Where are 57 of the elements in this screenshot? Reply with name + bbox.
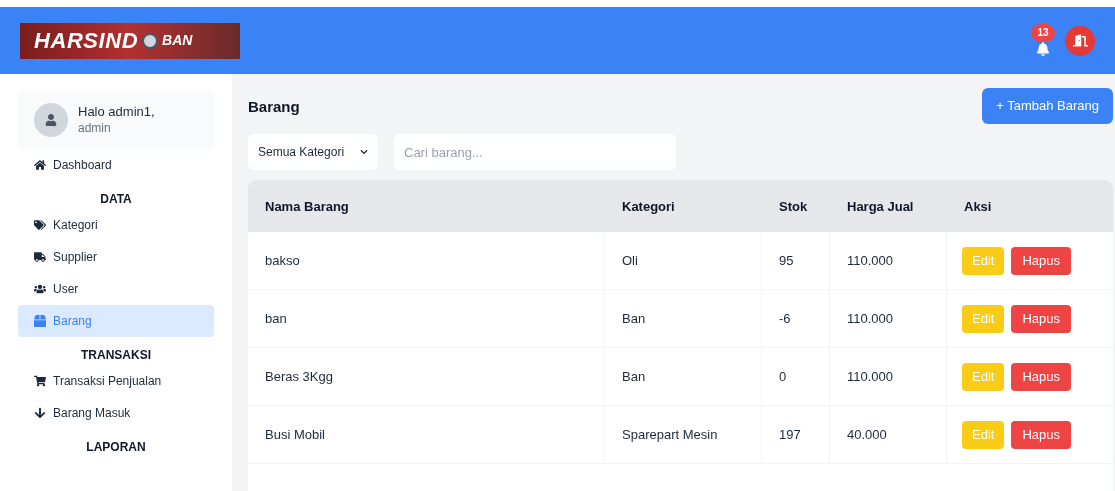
logout-button[interactable] (1065, 25, 1095, 56)
logo-text: HARSIND (34, 27, 139, 55)
delete-button[interactable]: Hapus (1011, 304, 1071, 333)
sidebar-item[interactable]: User (18, 273, 214, 305)
add-item-button[interactable]: + Tambah Barang (982, 88, 1113, 124)
truck-icon (34, 251, 46, 263)
user-role: admin (78, 120, 112, 136)
sidebar-item[interactable]: Dashboard (18, 149, 214, 181)
delete-button[interactable]: Hapus (1011, 246, 1071, 275)
section-heading: DATA (99, 191, 133, 208)
table-cell-text: Beras 3Kgg (265, 367, 333, 386)
table-cell-text: 110.000 (847, 367, 894, 386)
category-select[interactable]: Semua Kategori (248, 134, 378, 170)
logo-text: BAN (162, 31, 193, 50)
arrow-down-icon (34, 407, 46, 419)
sidebar-item[interactable]: Barang Masuk (18, 397, 214, 429)
section-heading: TRANSAKSI (80, 347, 152, 364)
sidebar-item[interactable]: Barang (18, 305, 214, 337)
column-header: Harga Jual (847, 199, 914, 214)
sidebar-item[interactable]: Supplier (18, 241, 214, 273)
tags-icon (34, 219, 46, 231)
table-cell-text: Ban (622, 367, 646, 386)
column-header: Stok (779, 199, 808, 214)
delete-button[interactable]: Hapus (1011, 420, 1071, 449)
search-field[interactable]: Cari barang... (394, 134, 676, 170)
door-icon (1072, 33, 1088, 48)
table-cell-text: 95 (779, 251, 794, 270)
table-cell-text: bakso (265, 251, 300, 270)
table-cell-text: Ban (622, 309, 646, 328)
table-cell-text: Oli (622, 251, 638, 270)
table-cell-text: Busi Mobil (265, 425, 325, 444)
sidebar-item[interactable]: Kategori (18, 209, 214, 241)
avatar-icon (34, 103, 68, 137)
column-header: Kategori (622, 199, 675, 214)
table-cell-text: ban (265, 309, 287, 328)
user-greeting: Halo admin1, (78, 104, 155, 121)
section-heading: LAPORAN (85, 439, 147, 456)
table-cell-text: 110.000 (847, 251, 894, 270)
column-header: Aksi (964, 199, 992, 214)
column-header: Nama Barang (265, 199, 349, 214)
cart-icon (34, 375, 46, 387)
delete-button[interactable]: Hapus (1011, 362, 1071, 391)
table-cell-text: 110.000 (847, 309, 894, 328)
notification-badge: 13 (1031, 23, 1055, 42)
bell-icon[interactable] (1036, 41, 1050, 56)
table-cell-text: 40.000 (847, 425, 887, 444)
table-cell-text: Sparepart Mesin (622, 425, 718, 444)
box-icon (34, 315, 46, 327)
table-cell-text: 197 (779, 425, 801, 444)
wheel-icon (142, 32, 159, 49)
table-cell-text: 0 (779, 367, 787, 386)
users-icon (34, 283, 46, 295)
home-icon (34, 159, 46, 171)
page-title: Barang (248, 97, 300, 117)
chevron-down-icon (360, 148, 368, 156)
table-cell-text: -6 (779, 309, 791, 328)
sidebar-item[interactable]: Transaksi Penjualan (18, 365, 214, 397)
